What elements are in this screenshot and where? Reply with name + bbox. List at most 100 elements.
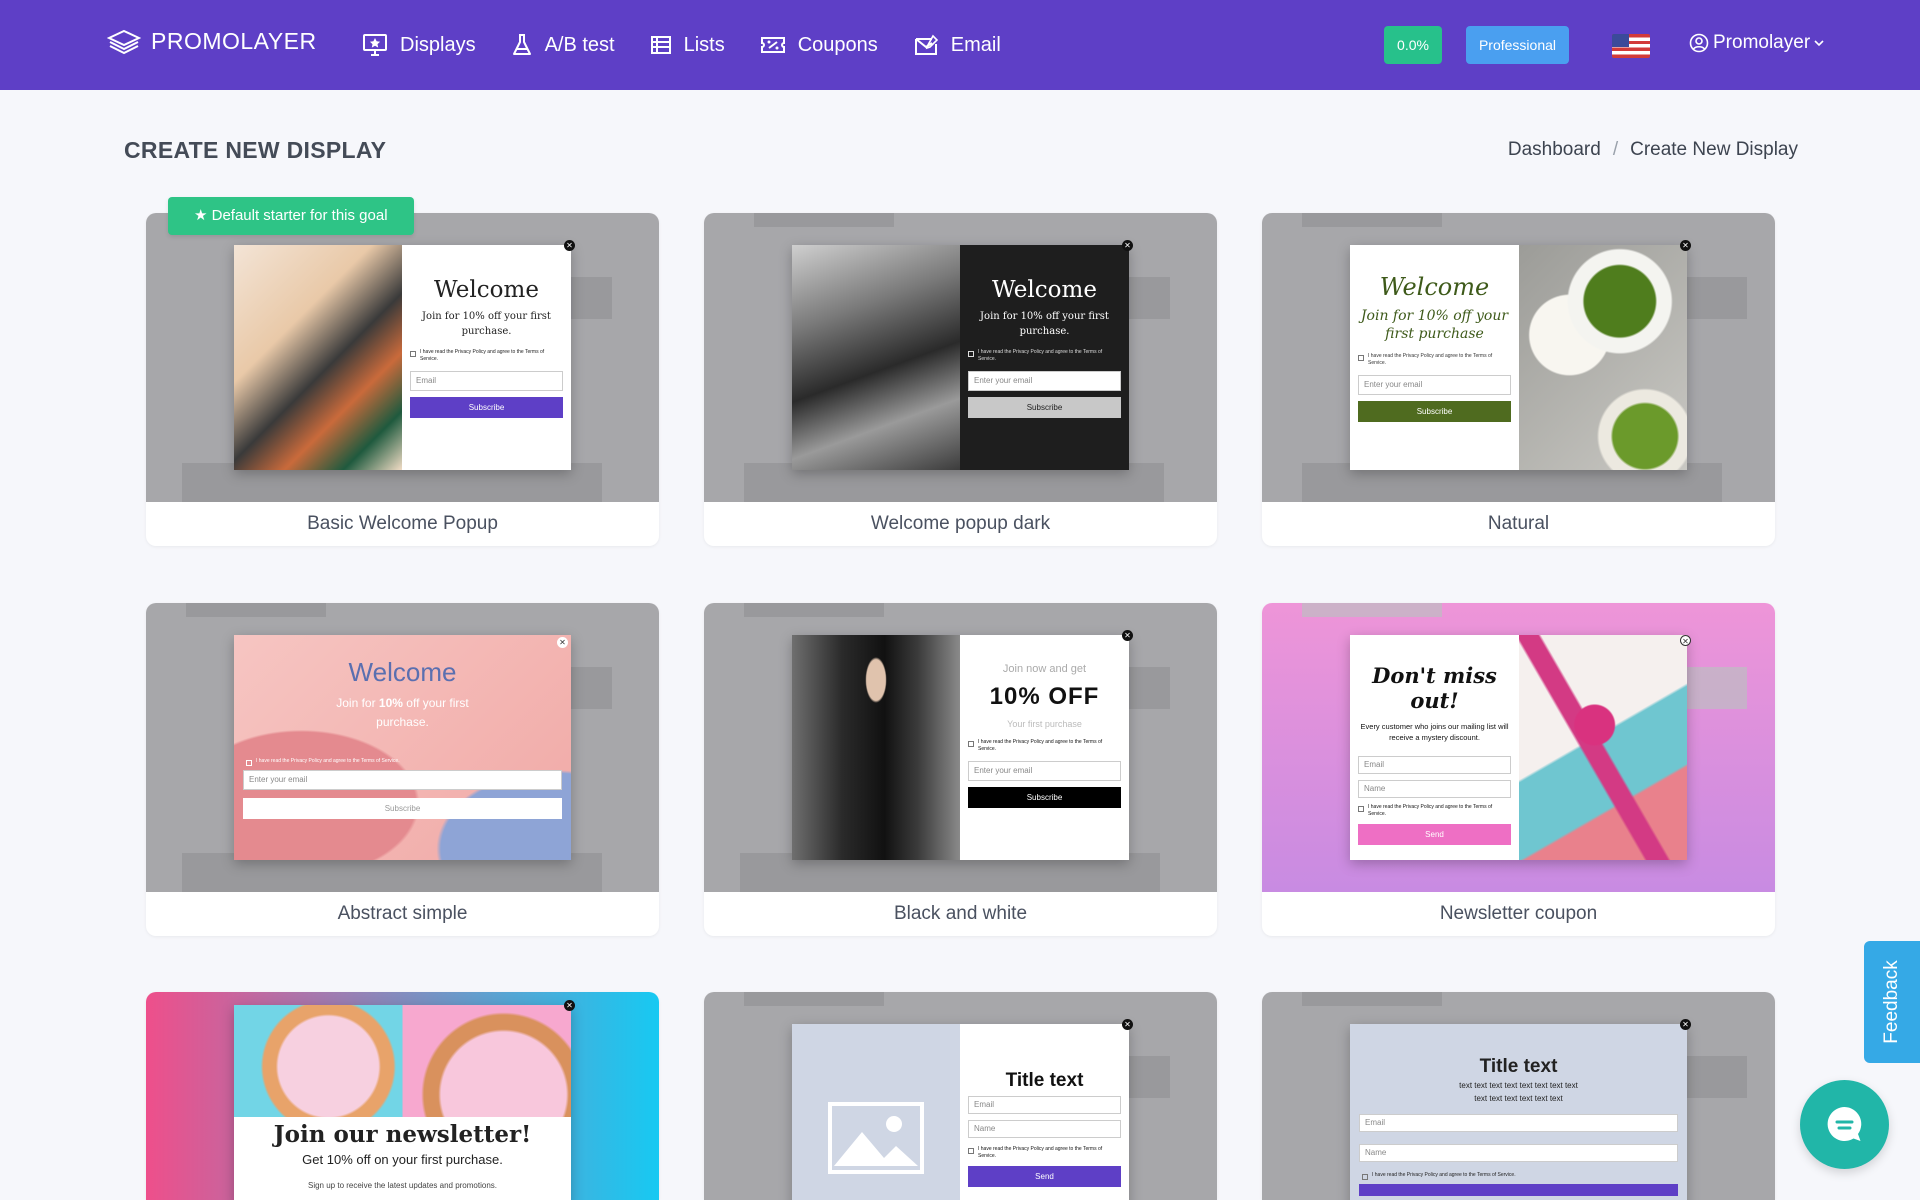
consent-checkbox: I have read the Privacy Policy and agree…: [968, 739, 1121, 753]
popup-title: Don't miss out!: [1372, 663, 1497, 713]
popup-subtitle: Join for 10% off your first purchase: [1360, 308, 1509, 343]
consent-checkbox: I have read the Privacy Policy and agree…: [1362, 1172, 1687, 1180]
template-preview: Don't miss out! Every customer who joins…: [1262, 603, 1775, 892]
template-card-basic-welcome[interactable]: Welcome Join for 10% off your first purc…: [146, 213, 659, 546]
ticket-icon: [760, 37, 785, 53]
nav-lists-label: Lists: [683, 33, 725, 56]
consent-text: I have read the Privacy Policy and agree…: [256, 758, 400, 765]
template-card-welcome-dark[interactable]: Welcome Join for 10% off your first purc…: [704, 213, 1217, 546]
template-card-title-text-centered[interactable]: Title text text text text text text text…: [1262, 992, 1775, 1200]
consent-checkbox: I have read the Privacy Policy and agree…: [246, 758, 571, 767]
popup-subtitle: Join for 10% off your first purchase.: [422, 311, 551, 337]
nav-coupons[interactable]: Coupons: [760, 34, 878, 57]
email-input-preview: Email: [1359, 1113, 1678, 1132]
name-input-preview: Name: [968, 1120, 1121, 1138]
envelope-icon: [914, 34, 938, 55]
user-menu[interactable]: Promolayer: [1689, 32, 1824, 54]
us-flag-icon[interactable]: [1612, 34, 1650, 58]
close-icon: ✕: [564, 240, 575, 251]
template-preview: Welcome Join for 10% off your first purc…: [1262, 213, 1775, 502]
brand-logo[interactable]: PROMOLAYER: [107, 28, 317, 55]
email-input-preview: Email: [1358, 755, 1511, 774]
consent-text: I have read the Privacy Policy and agree…: [978, 1146, 1103, 1159]
feedback-tab[interactable]: Feedback: [1864, 941, 1920, 1063]
list-icon: [650, 36, 671, 54]
send-button-preview: Send: [968, 1166, 1121, 1187]
template-card-newsletter-coupon[interactable]: Don't miss out! Every customer who joins…: [1262, 603, 1775, 936]
email-input-preview: Enter your email: [968, 371, 1121, 391]
template-name: Basic Welcome Popup: [307, 513, 498, 534]
brand-name: PROMOLAYER: [151, 28, 317, 54]
fashion-flatlay-image: [234, 245, 402, 470]
gift-box-image: [1519, 635, 1687, 860]
popup-preview: Title text Email Name I have read the Pr…: [792, 1024, 1129, 1200]
close-icon: ✕: [564, 1000, 575, 1011]
submit-button-preview: [1359, 1183, 1678, 1196]
consent-checkbox: I have read the Privacy Policy and agree…: [968, 1146, 1121, 1160]
popup-preview: Join now and get 10% OFF Your first purc…: [792, 635, 1129, 860]
woman-portrait-image: [792, 635, 960, 860]
nav-email[interactable]: Email: [913, 34, 1001, 57]
popup-title: Welcome: [992, 277, 1097, 303]
name-input-preview: Name: [1359, 1143, 1678, 1162]
template-name: Black and white: [893, 903, 1028, 924]
breadcrumb-dashboard[interactable]: Dashboard: [1508, 139, 1601, 161]
nav-displays[interactable]: Displays: [362, 33, 476, 57]
template-preview: Join now and get 10% OFF Your first purc…: [704, 603, 1217, 892]
template-card-join-newsletter[interactable]: Join our newsletter! Get 10% off on your…: [146, 992, 659, 1200]
default-starter-badge: ★ Default starter for this goal: [168, 197, 414, 235]
popup-preview: Welcome Join for 10% off your first purc…: [234, 635, 571, 860]
popup-body: text text text text text text text text …: [1459, 1081, 1578, 1103]
popup-note: Sign up to receive the latest updates an…: [307, 1181, 497, 1190]
consent-checkbox: I have read the Privacy Policy and agree…: [968, 349, 1121, 363]
conversion-rate-badge[interactable]: 0.0%: [1384, 26, 1442, 64]
consent-text: I have read the Privacy Policy and agree…: [1372, 1171, 1516, 1178]
template-name: Abstract simple: [337, 903, 468, 924]
breadcrumb-separator: /: [1612, 139, 1619, 160]
close-icon: ✕: [1680, 240, 1691, 251]
name-input-preview: Name: [1358, 779, 1511, 798]
popup-preview: Welcome Join for 10% off your first purc…: [234, 245, 571, 470]
user-circle-icon: [1689, 33, 1709, 53]
close-icon: ✕: [1122, 240, 1133, 251]
chat-launcher-button[interactable]: [1800, 1080, 1889, 1169]
nav-ab-test[interactable]: A/B test: [511, 33, 615, 57]
template-name: Newsletter coupon: [1439, 903, 1598, 924]
monitor-star-icon: [363, 34, 387, 56]
template-card-natural[interactable]: Welcome Join for 10% off your first purc…: [1262, 213, 1775, 546]
popup-title: 10% OFF: [989, 683, 1100, 710]
breadcrumb-current: Create New Display: [1630, 139, 1798, 160]
popup-title: Join our newsletter!: [273, 1121, 532, 1148]
email-input-preview: Enter your email: [243, 770, 562, 791]
subscribe-button-preview: Subscribe: [410, 397, 563, 418]
template-preview: Welcome Join for 10% off your first purc…: [704, 213, 1217, 502]
chevron-down-icon: [1814, 40, 1824, 47]
close-icon: ✕: [1680, 635, 1691, 646]
subscribe-button-preview: Subscribe: [1358, 401, 1511, 423]
flask-icon: [512, 34, 531, 55]
subscribe-button-preview: Subscribe: [243, 798, 562, 820]
plan-badge[interactable]: Professional: [1466, 26, 1569, 64]
consent-text: I have read the Privacy Policy and agree…: [1368, 803, 1493, 817]
page-title: CREATE NEW DISPLAY: [124, 137, 387, 163]
popup-subtitle: Every customer who joins our mailing lis…: [1360, 722, 1509, 743]
send-button-preview: Send: [1358, 823, 1511, 845]
popup-title: Welcome: [1379, 273, 1490, 301]
donuts-image: [234, 1005, 571, 1117]
popup-title: Title text: [1005, 1070, 1084, 1091]
breadcrumb: Dashboard / Create New Display: [1508, 139, 1798, 161]
template-preview: Welcome Join for 10% off your first purc…: [146, 213, 659, 502]
layers-logo-icon: [107, 29, 141, 54]
template-card-title-text-image[interactable]: Title text Email Name I have read the Pr…: [704, 992, 1217, 1200]
popup-title: Welcome: [434, 277, 539, 303]
close-icon: ✕: [1122, 630, 1133, 641]
consent-text: I have read the Privacy Policy and agree…: [1368, 353, 1493, 367]
template-card-abstract-simple[interactable]: Welcome Join for 10% off your first purc…: [146, 603, 659, 936]
consent-text: I have read the Privacy Policy and agree…: [978, 349, 1103, 362]
popup-title: Welcome: [348, 657, 457, 687]
close-icon: ✕: [1122, 1019, 1133, 1030]
nav-lists[interactable]: Lists: [650, 34, 725, 57]
template-card-black-and-white[interactable]: Join now and get 10% OFF Your first purc…: [704, 603, 1217, 936]
subscribe-button-preview: Subscribe: [968, 397, 1121, 418]
popup-subtitle: Get 10% off on your first purchase.: [302, 1152, 503, 1167]
